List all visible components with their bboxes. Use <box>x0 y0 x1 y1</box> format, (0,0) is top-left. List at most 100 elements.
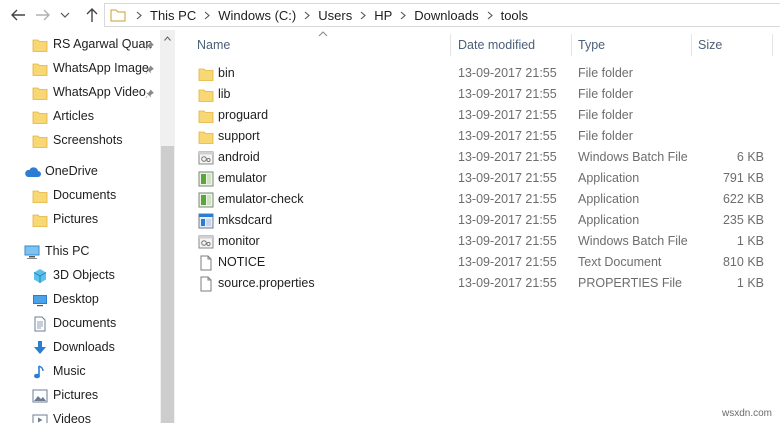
file-row[interactable]: mksdcard 13-09-2017 21:55 Application 235 K… <box>196 210 780 231</box>
nav-item-label: OneDrive <box>45 164 98 178</box>
file-name: source.properties <box>218 276 315 290</box>
breadcrumb-separator[interactable] <box>131 4 147 26</box>
scroll-up-button[interactable] <box>160 30 175 47</box>
breadcrumb-separator[interactable] <box>482 4 498 26</box>
file-name: emulator <box>218 171 267 185</box>
file-list: Name Date modified Type Size bin 13-09-20… <box>176 30 780 423</box>
nav-item-label: Articles <box>53 109 94 123</box>
file-row[interactable]: monitor 13-09-2017 21:55 Windows Batch Fil… <box>196 231 780 252</box>
nav-item-quick-access[interactable]: Screenshots <box>0 130 160 152</box>
nav-scrollbar[interactable] <box>160 30 175 423</box>
file-row[interactable]: proguard 13-09-2017 21:55 File folder <box>196 105 780 126</box>
file-size: 6 KB <box>736 150 764 164</box>
nav-item-this-pc-folder[interactable]: Pictures <box>0 385 160 407</box>
address-bar-row: This PC Windows (C:) Users HP Downloads … <box>0 0 780 30</box>
nav-item-this-pc-folder[interactable]: Music <box>0 361 160 383</box>
folder-icon <box>32 188 48 204</box>
scroll-thumb[interactable] <box>161 146 174 423</box>
nav-item-onedrive[interactable]: OneDrive <box>0 161 160 183</box>
nav-item-this-pc-folder[interactable]: Videos <box>0 409 160 423</box>
breadcrumb-item[interactable]: HP <box>371 4 395 26</box>
file-date-modified: 13-09-2017 21:55 <box>458 192 557 206</box>
file-date-modified: 13-09-2017 21:55 <box>458 129 557 143</box>
nav-item-label: Documents <box>53 316 117 330</box>
nav-item-onedrive-folder[interactable]: Pictures <box>0 209 160 231</box>
pin-icon <box>145 88 155 98</box>
folder-icon <box>32 61 48 77</box>
documents-icon <box>32 316 48 332</box>
breadcrumb-item[interactable]: Downloads <box>411 4 481 26</box>
nav-item-quick-access[interactable]: Articles <box>0 106 160 128</box>
column-header-date[interactable]: Date modified <box>458 30 535 60</box>
file-size: 622 KB <box>722 192 764 206</box>
forward-button[interactable] <box>33 5 53 25</box>
file-type: Text Document <box>578 255 662 269</box>
nav-item-onedrive-folder[interactable]: Documents <box>0 185 160 207</box>
batch-file-icon <box>198 234 214 250</box>
file-type: Application <box>578 213 640 227</box>
nav-item-quick-access[interactable]: WhatsApp Image <box>0 58 160 80</box>
breadcrumb-item[interactable]: Users <box>315 4 355 26</box>
file-type: File folder <box>578 87 633 101</box>
chevron-right-icon <box>199 4 215 26</box>
nav-item-quick-access[interactable]: WhatsApp Video <box>0 82 160 104</box>
breadcrumb-item[interactable]: This PC <box>147 4 199 26</box>
file-row[interactable]: NOTICE 13-09-2017 21:55 Text Document 810 K… <box>196 252 780 273</box>
file-type: Application <box>578 192 640 206</box>
nav-item-this-pc-folder[interactable]: Downloads <box>0 337 160 359</box>
up-arrow-icon <box>86 8 98 22</box>
file-row[interactable]: android 13-09-2017 21:55 Windows Batch Fil… <box>196 147 780 168</box>
column-header-size[interactable]: Size <box>698 30 722 60</box>
file-row[interactable]: lib 13-09-2017 21:55 File folder <box>196 84 780 105</box>
file-row[interactable]: source.properties 13-09-2017 21:55 PROPERT… <box>196 273 780 294</box>
breadcrumb-separator[interactable] <box>355 4 371 26</box>
up-button[interactable] <box>82 5 102 25</box>
file-row[interactable]: emulator-check 13-09-2017 21:55 Applicatio… <box>196 189 780 210</box>
breadcrumb-item[interactable]: tools <box>498 4 531 26</box>
column-header-name[interactable]: Name <box>197 30 230 60</box>
application-icon <box>198 213 214 229</box>
column-header-type[interactable]: Type <box>578 30 605 60</box>
file-date-modified: 13-09-2017 21:55 <box>458 66 557 80</box>
breadcrumb-label: Windows (C:) <box>218 7 297 23</box>
videos-icon <box>32 412 48 423</box>
nav-item-label: Downloads <box>53 340 115 354</box>
breadcrumb-separator[interactable] <box>395 4 411 26</box>
file-size: 810 KB <box>722 255 764 269</box>
nav-item-label: Screenshots <box>53 133 123 147</box>
column-divider[interactable] <box>571 34 572 56</box>
breadcrumb: This PC Windows (C:) Users HP Downloads … <box>131 4 531 26</box>
file-name: bin <box>218 66 235 80</box>
cloud-icon <box>24 164 41 180</box>
file-row[interactable]: bin 13-09-2017 21:55 File folder <box>196 63 780 84</box>
file-row[interactable]: emulator 13-09-2017 21:55 Application 791 K… <box>196 168 780 189</box>
back-button[interactable] <box>8 5 28 25</box>
application-icon <box>198 192 214 208</box>
batch-file-icon <box>198 150 214 166</box>
file-name: NOTICE <box>218 255 266 269</box>
column-divider[interactable] <box>691 34 692 56</box>
nav-item-label: Pictures <box>53 388 99 402</box>
column-divider[interactable] <box>772 34 773 56</box>
nav-item-this-pc-folder[interactable]: Desktop <box>0 289 160 311</box>
nav-item-this-pc[interactable]: This PC <box>0 241 160 263</box>
folder-icon <box>198 87 214 103</box>
breadcrumb-separator[interactable] <box>199 4 215 26</box>
nav-item-this-pc-folder[interactable]: 3D Objects <box>0 265 160 287</box>
music-note-icon <box>32 364 48 380</box>
pin-icon <box>145 40 155 50</box>
address-box[interactable]: This PC Windows (C:) Users HP Downloads … <box>104 3 780 27</box>
breadcrumb-separator[interactable] <box>299 4 315 26</box>
folder-icon <box>32 37 48 53</box>
nav-item-label: This PC <box>45 244 90 258</box>
breadcrumb-item[interactable]: Windows (C:) <box>215 4 299 26</box>
pictures-icon <box>32 388 48 404</box>
nav-item-quick-access[interactable]: RS Agarwal Quan <box>0 34 160 56</box>
file-row[interactable]: support 13-09-2017 21:55 File folder <box>196 126 780 147</box>
file-date-modified: 13-09-2017 21:55 <box>458 171 557 185</box>
nav-item-this-pc-folder[interactable]: Documents <box>0 313 160 335</box>
recent-locations-button[interactable] <box>58 5 72 25</box>
column-divider[interactable] <box>450 34 451 56</box>
folder-icon <box>32 212 48 228</box>
computer-icon <box>24 244 40 260</box>
